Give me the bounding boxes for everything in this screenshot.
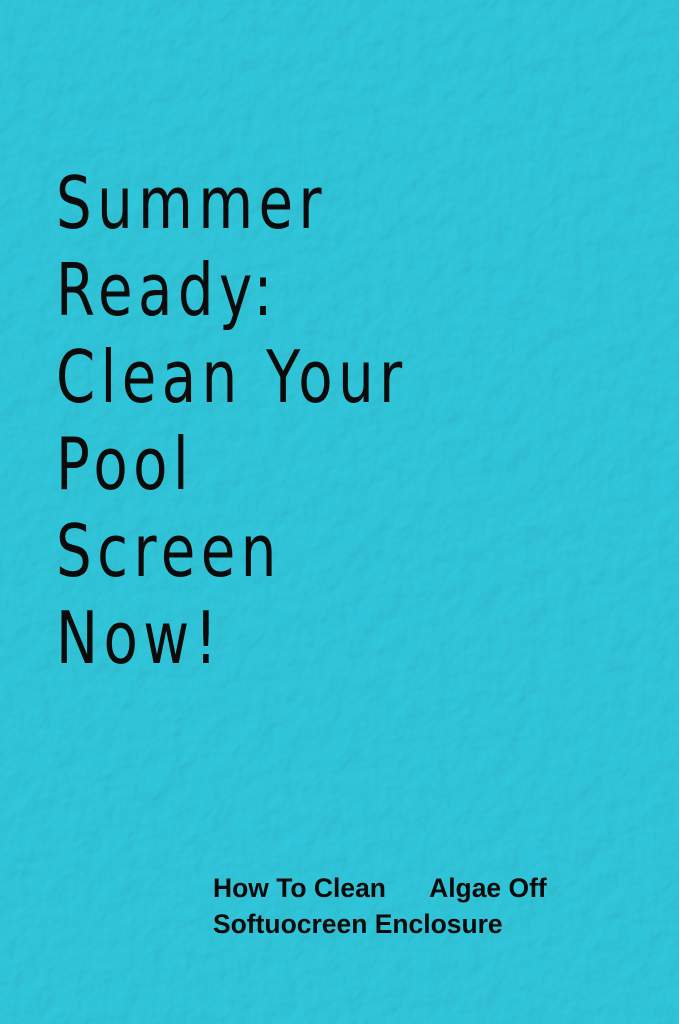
headline-line: Summer [56, 161, 328, 245]
headline-line: Pool [56, 422, 195, 506]
headline-line: Now! [56, 596, 223, 680]
subtitle-line: Softuocreen Enclosure [213, 909, 503, 939]
headline-line: Clean Your [56, 335, 408, 419]
subtitle-line: How To Clean Algae Off [213, 873, 547, 903]
headline-line: Screen [56, 509, 282, 593]
headline-line: Ready: [56, 248, 278, 332]
subtitle: How To Clean Algae Off Softuocreen Enclo… [213, 870, 554, 942]
headline: Summer Ready: Clean Your Pool Screen Now… [56, 160, 507, 682]
